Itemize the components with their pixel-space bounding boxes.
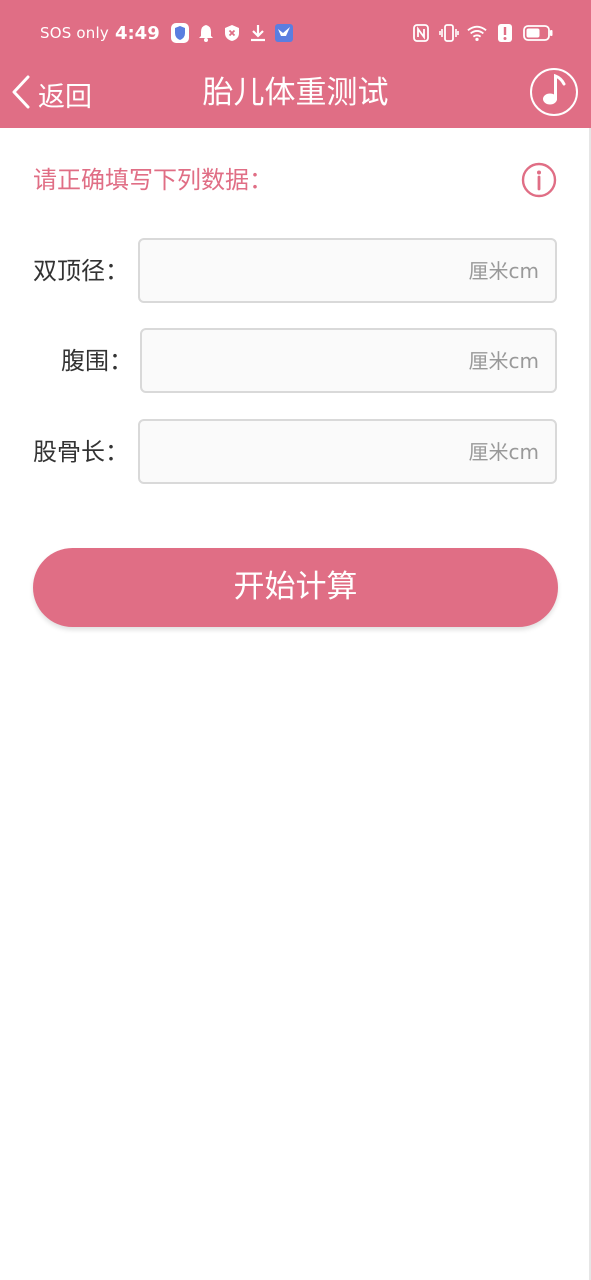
status-bar: SOS only 4:49 <box>0 0 591 62</box>
form-instruction: 请正确填写下列数据： <box>33 166 273 194</box>
form-row-bpd: 双顶径： <box>0 238 591 304</box>
battery-icon <box>523 23 553 43</box>
wifi-icon <box>467 23 487 43</box>
form-row-fl: 股骨长： <box>0 419 591 485</box>
bpd-label: 双顶径： <box>33 257 129 285</box>
info-icon <box>521 162 557 202</box>
carrier-label: SOS only <box>40 24 109 42</box>
chevron-left-icon <box>10 74 32 114</box>
fl-label: 股骨长： <box>33 438 129 466</box>
ac-input[interactable] <box>140 328 557 393</box>
bell-icon <box>196 23 216 43</box>
form-row-ac: 腹围： <box>0 328 591 394</box>
bpd-input[interactable] <box>138 238 557 303</box>
download-icon <box>248 23 268 43</box>
fl-input[interactable] <box>138 419 557 484</box>
clock: 4:49 <box>114 22 160 44</box>
shield-app-icon <box>170 23 190 43</box>
back-label: 返回 <box>38 81 92 113</box>
security-icon <box>222 23 242 43</box>
calculate-button[interactable]: 开始计算 <box>33 548 558 627</box>
back-button[interactable]: 返回 <box>10 72 92 116</box>
status-right <box>411 20 553 46</box>
status-left: SOS only 4:49 <box>40 20 294 46</box>
vibrate-icon <box>439 23 459 43</box>
ac-label: 腹围： <box>61 347 133 375</box>
nfc-icon <box>411 23 431 43</box>
info-button[interactable] <box>521 162 557 198</box>
music-note-icon <box>541 73 567 110</box>
alert-icon <box>495 23 515 43</box>
app-header: SOS only 4:49 返回 胎儿体重测试 <box>0 0 591 128</box>
music-button[interactable] <box>530 68 578 116</box>
bird-app-icon <box>274 23 294 43</box>
